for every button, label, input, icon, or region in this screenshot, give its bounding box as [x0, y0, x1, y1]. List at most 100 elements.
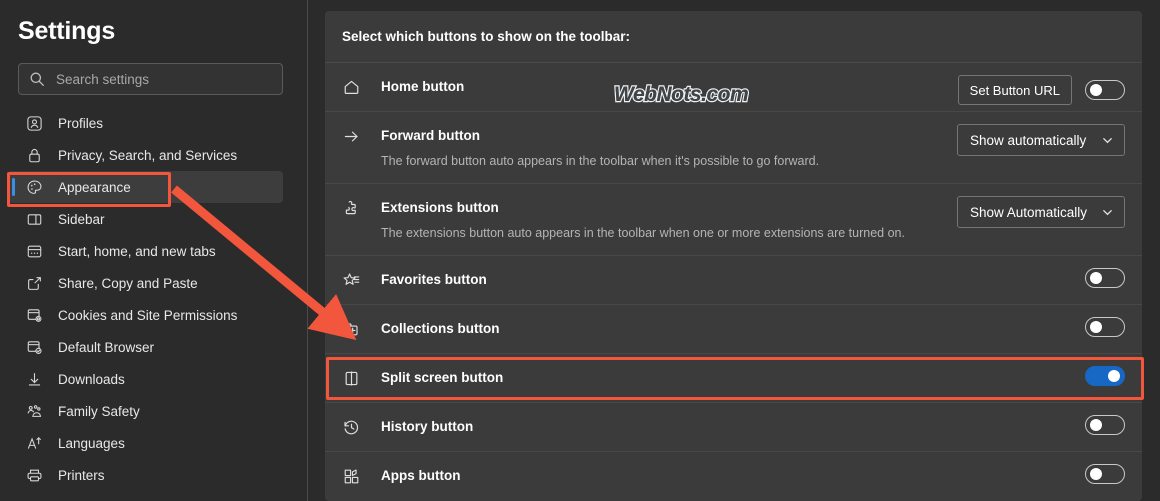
settings-window: Settings Profiles — [0, 0, 1160, 501]
appearance-settings-panel: Select which buttons to show on the tool… — [308, 0, 1160, 501]
chevron-down-icon — [1101, 134, 1114, 147]
row-text: Forward button The forward button auto a… — [381, 112, 943, 183]
sidebar-item-languages[interactable]: Languages — [8, 427, 283, 459]
toggle-knob — [1090, 468, 1102, 480]
sidebar-item-label: Printers — [58, 467, 105, 483]
row-text: Extensions button The extensions button … — [381, 184, 943, 255]
toolbar-row-extensions-button[interactable]: Extensions button The extensions button … — [325, 184, 1142, 256]
extensions-button-visibility-select[interactable]: Show Automatically — [956, 196, 1125, 228]
set-button-url-button[interactable]: Set Button URL — [957, 75, 1072, 105]
cookie-permissions-icon — [26, 307, 43, 324]
home-tabs-icon — [26, 243, 43, 260]
toolbar-row-split-screen-button[interactable]: Split screen button — [325, 354, 1142, 403]
select-value: Show automatically — [970, 132, 1087, 148]
sidebar-item-label: Appearance — [58, 179, 131, 195]
sidebar-item-downloads[interactable]: Downloads — [8, 363, 283, 395]
row-description: The extensions button auto appears in th… — [381, 226, 905, 240]
row-title: Home button — [381, 79, 465, 94]
search-settings-box[interactable] — [18, 63, 283, 95]
search-icon — [29, 71, 45, 87]
row-title: Favorites button — [381, 272, 487, 287]
download-icon — [26, 371, 43, 388]
sidebar-item-cookies-site-permissions[interactable]: Cookies and Site Permissions — [8, 299, 283, 331]
profile-icon — [26, 115, 43, 132]
row-title: Split screen button — [381, 370, 504, 385]
sidebar-item-label: Profiles — [58, 115, 104, 131]
toggle-knob — [1090, 321, 1102, 333]
sidebar-item-default-browser[interactable]: Default Browser — [8, 331, 283, 363]
toolbar-row-collections-button[interactable]: Collections button — [325, 305, 1142, 354]
language-icon — [26, 435, 43, 452]
row-title: Extensions button — [381, 200, 499, 215]
arrow-right-icon — [342, 127, 361, 146]
row-controls — [1085, 403, 1125, 435]
row-controls — [1085, 452, 1125, 484]
row-title: History button — [381, 419, 474, 434]
sidebar-item-sidebar[interactable]: Sidebar — [8, 203, 283, 235]
toolbar-row-favorites-button[interactable]: Favorites button — [325, 256, 1142, 305]
row-text: Split screen button — [381, 354, 1071, 401]
collections-icon — [342, 320, 361, 339]
row-controls: Show Automatically — [956, 184, 1125, 228]
sidebar-item-label: Default Browser — [58, 339, 155, 355]
sidebar-nav: Profiles Privacy, Search, and Services A… — [0, 107, 308, 491]
favorites-star-icon — [342, 271, 361, 290]
row-description: The forward button auto appears in the t… — [381, 154, 820, 168]
palette-icon — [26, 179, 43, 196]
toggle-knob — [1090, 419, 1102, 431]
default-browser-icon — [26, 339, 43, 356]
sidebar-item-label: Start, home, and new tabs — [58, 243, 216, 259]
sidebar-item-start-home-new-tabs[interactable]: Start, home, and new tabs — [8, 235, 283, 267]
row-controls — [1085, 256, 1125, 288]
row-title: Apps button — [381, 468, 461, 483]
split-screen-icon — [342, 369, 361, 388]
home-icon — [342, 78, 361, 97]
toolbar-buttons-card: Select which buttons to show on the tool… — [325, 11, 1142, 501]
sidebar-item-label: Languages — [58, 435, 125, 451]
apps-grid-icon — [342, 467, 361, 486]
row-text: Favorites button — [381, 256, 1071, 303]
extensions-puzzle-icon — [342, 199, 361, 218]
toolbar-row-apps-button[interactable]: Apps button — [325, 452, 1142, 501]
collections-button-toggle[interactable] — [1085, 317, 1125, 337]
printer-icon — [26, 467, 43, 484]
sidebar-item-label: Sidebar — [58, 211, 105, 227]
row-text: Apps button — [381, 452, 1071, 499]
forward-button-visibility-select[interactable]: Show automatically — [957, 124, 1125, 156]
toolbar-row-home-button[interactable]: Home button Set Button URL — [325, 63, 1142, 112]
select-value: Show Automatically — [969, 204, 1087, 220]
history-clock-icon — [342, 418, 361, 437]
row-controls: Set Button URL — [957, 63, 1125, 105]
sidebar-item-profiles[interactable]: Profiles — [8, 107, 283, 139]
home-button-toggle[interactable] — [1085, 80, 1125, 100]
sidebar-item-printers[interactable]: Printers — [8, 459, 283, 491]
sidebar-item-label: Cookies and Site Permissions — [58, 307, 238, 323]
toolbar-row-forward-button[interactable]: Forward button The forward button auto a… — [325, 112, 1142, 184]
row-title: Collections button — [381, 321, 500, 336]
lock-icon — [26, 147, 43, 164]
toolbar-row-history-button[interactable]: History button — [325, 403, 1142, 452]
family-icon — [26, 403, 43, 420]
sidebar-icon — [26, 211, 43, 228]
search-input[interactable] — [56, 64, 272, 94]
chevron-down-icon — [1101, 206, 1114, 219]
row-text: History button — [381, 403, 1071, 450]
page-title: Settings — [18, 17, 116, 45]
history-button-toggle[interactable] — [1085, 415, 1125, 435]
sidebar-item-label: Family Safety — [58, 403, 140, 419]
favorites-button-toggle[interactable] — [1085, 268, 1125, 288]
settings-sidebar: Settings Profiles — [0, 0, 308, 501]
toggle-knob — [1090, 84, 1102, 96]
row-controls: Show automatically — [957, 112, 1125, 156]
sidebar-item-share-copy-paste[interactable]: Share, Copy and Paste — [8, 267, 283, 299]
sidebar-item-appearance[interactable]: Appearance — [8, 171, 283, 203]
apps-button-toggle[interactable] — [1085, 464, 1125, 484]
row-text: Collections button — [381, 305, 1071, 352]
row-text: Home button — [381, 63, 944, 110]
sidebar-item-privacy-search-services[interactable]: Privacy, Search, and Services — [8, 139, 283, 171]
sidebar-item-label: Privacy, Search, and Services — [58, 147, 238, 163]
sidebar-item-family-safety[interactable]: Family Safety — [8, 395, 283, 427]
split-screen-button-toggle[interactable] — [1085, 366, 1125, 386]
row-controls — [1085, 354, 1125, 386]
row-controls — [1085, 305, 1125, 337]
